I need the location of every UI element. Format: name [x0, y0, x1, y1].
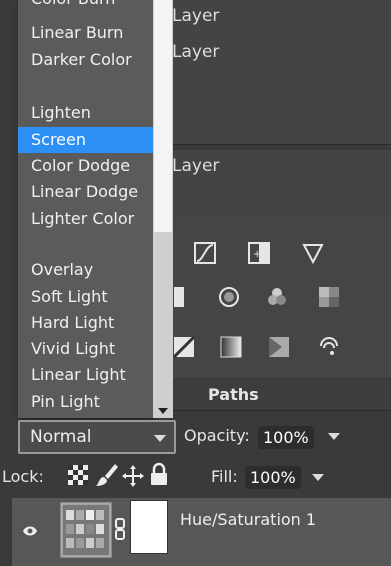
blend-option-lighten[interactable]: Lighten: [18, 100, 153, 126]
tab-paths[interactable]: Paths: [202, 382, 265, 408]
adjustment-thumbnail-icon: [60, 502, 112, 558]
threshold-icon[interactable]: [174, 336, 196, 358]
chevron-down-icon: [154, 435, 166, 442]
blend-option-hard-light[interactable]: Hard Light: [18, 310, 153, 336]
blend-mode-select[interactable]: Normal: [18, 420, 176, 454]
layer-name: Hue/Saturation 1: [180, 510, 317, 529]
layer-row[interactable]: Layer: [150, 0, 391, 37]
link-chain-icon[interactable]: [115, 518, 125, 540]
exposure-icon[interactable]: +: [248, 242, 270, 264]
layer-name: Layer: [172, 6, 220, 26]
blend-option-linear-dodge[interactable]: Linear Dodge: [18, 179, 153, 205]
opacity-dropdown-icon[interactable]: [328, 433, 340, 440]
layer-hue-saturation[interactable]: Hue/Saturation 1: [12, 498, 391, 566]
layer-row[interactable]: Layer: [150, 36, 391, 73]
visibility-eye-icon[interactable]: [22, 525, 38, 537]
blend-list-scrollbar[interactable]: [153, 0, 173, 418]
lock-all-icon[interactable]: [149, 462, 169, 486]
fill-input[interactable]: 100%: [245, 466, 301, 489]
blend-mode-value: Normal: [30, 427, 92, 447]
gradient-map-triangle-icon[interactable]: [302, 242, 324, 264]
channel-mixer-icon[interactable]: [266, 286, 288, 308]
selective-color-icon[interactable]: [268, 336, 290, 358]
blend-option-vivid-light[interactable]: Vivid Light: [18, 336, 153, 362]
levels-icon[interactable]: [174, 286, 196, 308]
color-lookup-icon[interactable]: [318, 286, 340, 308]
adjustments-panel: +: [150, 218, 391, 378]
opacity-label: Opacity:: [184, 426, 250, 445]
gradient-map-icon[interactable]: [220, 336, 242, 358]
lock-label: Lock:: [2, 467, 44, 486]
scrollbar-thumb[interactable]: [154, 0, 172, 232]
svg-text:+: +: [253, 249, 261, 260]
blend-option-overlay[interactable]: Overlay: [18, 257, 153, 283]
layer-row[interactable]: [150, 108, 391, 145]
lock-brush-icon[interactable]: [95, 462, 119, 488]
layer-mask-thumbnail[interactable]: [130, 500, 168, 554]
layer-name: Layer: [172, 42, 220, 62]
blend-option-pin-light[interactable]: Pin Light: [18, 389, 153, 415]
layer-row[interactable]: [150, 72, 391, 109]
layer-row[interactable]: Layer: [150, 150, 391, 187]
blend-option-linear-light[interactable]: Linear Light: [18, 362, 153, 388]
fill-dropdown-icon[interactable]: [312, 474, 324, 481]
lock-move-icon[interactable]: [121, 464, 145, 488]
fill-label: Fill:: [211, 467, 238, 486]
lock-transparency-icon[interactable]: [68, 465, 88, 485]
vibrance-icon[interactable]: [218, 286, 240, 308]
blend-option-linear-burn[interactable]: Linear Burn: [18, 20, 153, 46]
scroll-down-arrow-icon[interactable]: [158, 408, 168, 414]
blend-option-color-dodge[interactable]: Color Dodge: [18, 153, 153, 179]
blend-option-screen[interactable]: Screen: [18, 127, 153, 153]
opacity-input[interactable]: 100%: [258, 426, 314, 449]
hdr-toning-icon[interactable]: [318, 336, 340, 358]
blend-option-darker-color[interactable]: Darker Color: [18, 47, 153, 73]
panel-tabs: ls Paths: [150, 380, 391, 411]
blend-option-lighter-color[interactable]: Lighter Color: [18, 206, 153, 232]
blend-option-color-burn[interactable]: Color Burn: [18, 0, 153, 12]
layer-name: Layer: [172, 156, 220, 176]
blend-option-soft-light[interactable]: Soft Light: [18, 284, 153, 310]
curves-icon[interactable]: [194, 242, 216, 264]
blend-mode-list[interactable]: Color Burn Linear Burn Darker Color Ligh…: [18, 0, 153, 418]
